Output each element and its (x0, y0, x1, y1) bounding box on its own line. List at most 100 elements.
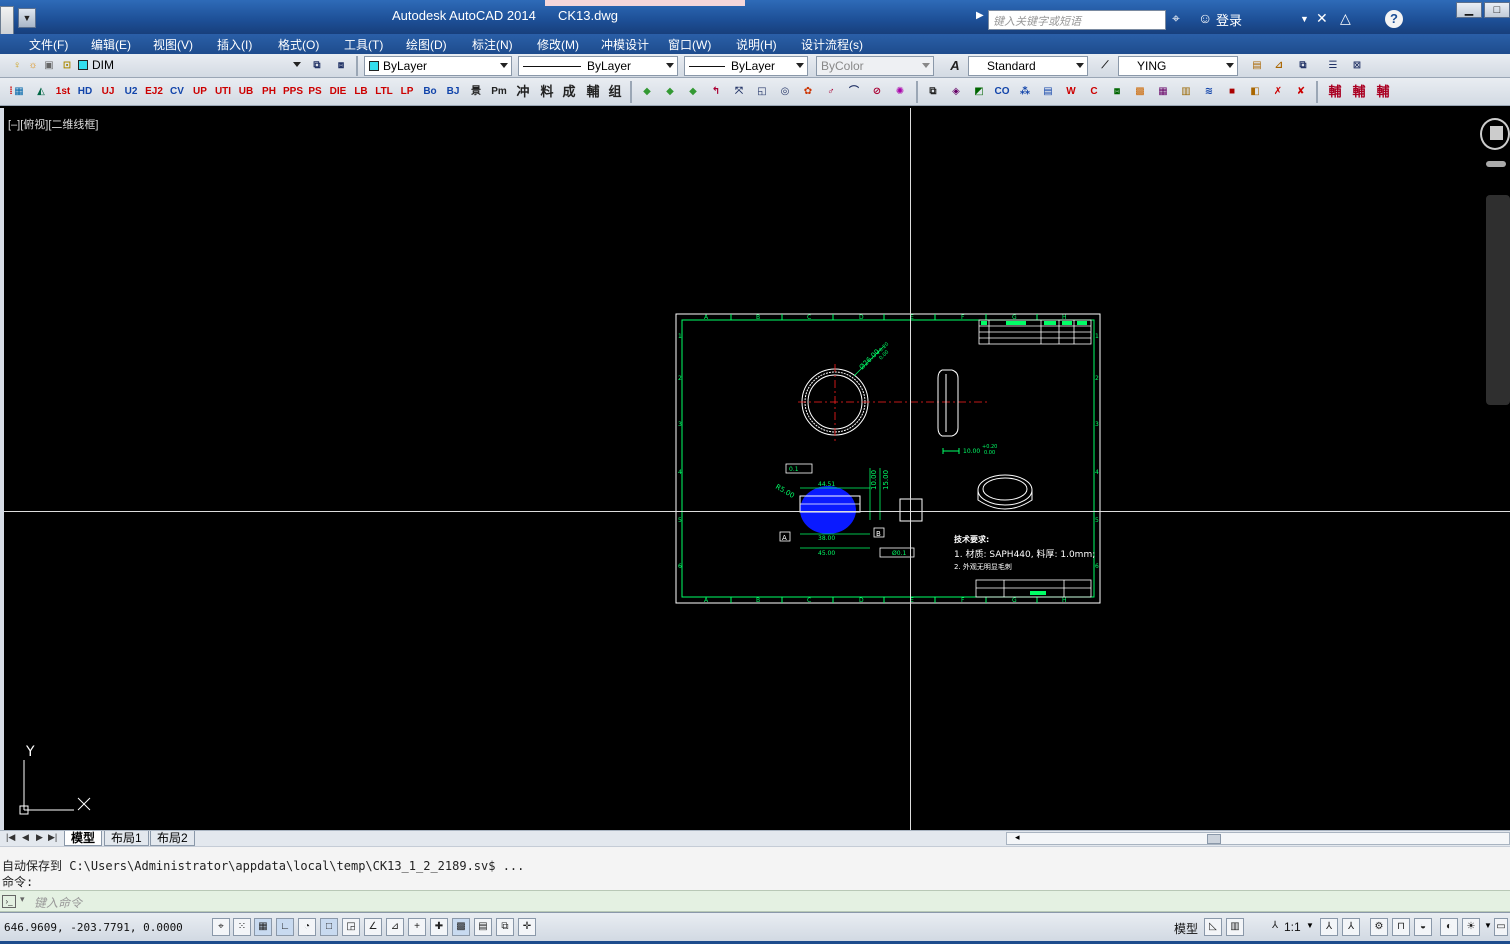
lock-ui-icon[interactable]: ⊓ (1392, 918, 1410, 936)
tool-ltl-icon[interactable]: LTL (375, 83, 393, 101)
util-17-icon[interactable]: ✘ (1292, 83, 1310, 101)
menu-draw[interactable]: 绘图(D) (406, 36, 447, 53)
quick-properties-icon[interactable]: ▤ (474, 918, 492, 936)
layer-combo[interactable]: DIM (74, 56, 304, 76)
command-line[interactable]: ›_ ▾ 键入命令 (0, 890, 1510, 912)
modify-11-icon[interactable]: ⊘ (868, 83, 886, 101)
annotation-scale-value[interactable]: 1:1 (1284, 920, 1301, 934)
tool-lp-icon[interactable]: LP (398, 83, 416, 101)
isolate-objects-icon[interactable]: ◐ (1440, 918, 1458, 936)
tool-ps-icon[interactable]: PS (306, 83, 324, 101)
scroll-left-icon[interactable]: ◂ (1015, 832, 1020, 843)
command-input[interactable]: 键入命令 (34, 894, 82, 911)
util-8-icon[interactable]: C (1085, 83, 1103, 101)
aux-2-icon[interactable]: 輔 (1350, 83, 1368, 101)
minimize-button[interactable]: ▁ (1456, 2, 1482, 18)
otrack-icon[interactable]: ∠ (364, 918, 382, 936)
tool-group-icon[interactable]: 组 (606, 83, 624, 101)
modify-9-icon[interactable]: ♂ (822, 83, 840, 101)
modify-4-icon[interactable]: ↰ (707, 83, 725, 101)
tool-scene-icon[interactable]: 景 (467, 83, 485, 101)
scale-dropdown-icon[interactable]: ▼ (1306, 921, 1314, 930)
tool-material-icon[interactable]: 料 (538, 83, 556, 101)
osnap-icon[interactable]: □ (320, 918, 338, 936)
util-lock-icon[interactable]: ■ (1223, 83, 1241, 101)
dim-style-icon[interactable]: ⟋ (1096, 57, 1114, 75)
modify-7-icon[interactable]: ◎ (776, 83, 794, 101)
coordinates-readout[interactable]: 646.9609, -203.7791, 0.0000 (4, 921, 183, 934)
tab-last-icon[interactable]: ▶| (48, 832, 57, 843)
tool-pm-icon[interactable]: Pm (490, 83, 508, 101)
tool-aux-icon[interactable]: 輔 (584, 83, 602, 101)
navigation-bar[interactable] (1486, 195, 1510, 405)
layout-icon[interactable]: ⧉ (1294, 57, 1312, 75)
util-13-icon[interactable]: ≋ (1200, 83, 1218, 101)
util-6-icon[interactable]: ▤ (1039, 83, 1057, 101)
horizontal-scrollbar[interactable]: ◂ (1006, 832, 1510, 845)
util-11-icon[interactable]: ▦ (1154, 83, 1172, 101)
layer-previous-icon[interactable]: ⧈ (332, 57, 350, 75)
annotation-scale-icon[interactable]: ⅄ (1266, 918, 1284, 936)
transparency-icon[interactable]: ▩ (452, 918, 470, 936)
menu-file[interactable]: 文件(F) (29, 36, 68, 53)
annotation-monitor-icon[interactable]: ✛ (518, 918, 536, 936)
search-expand-icon[interactable]: ▶ (976, 10, 984, 21)
tab-next-icon[interactable]: ▶ (36, 832, 43, 843)
command-recent-icon[interactable]: ▾ (20, 894, 25, 905)
tool-a-icon[interactable]: ☰ (1324, 57, 1342, 75)
tab-layout2[interactable]: 布局2 (150, 831, 195, 846)
text-style-combo[interactable]: Standard (968, 56, 1088, 76)
menu-dimension[interactable]: 标注(N) (472, 36, 513, 53)
autodesk-360-icon[interactable]: △ (1340, 10, 1351, 27)
menu-design-flow[interactable]: 设计流程(s) (801, 36, 863, 53)
tool-bj-icon[interactable]: BJ (444, 83, 462, 101)
tab-layout1[interactable]: 布局1 (104, 831, 149, 846)
lineweight-toggle-icon[interactable]: ✚ (430, 918, 448, 936)
menu-window[interactable]: 窗口(W) (668, 36, 711, 53)
exchange-icon[interactable]: ✕ (1316, 10, 1328, 27)
menu-insert[interactable]: 插入(I) (217, 36, 252, 53)
lineweight-combo[interactable]: ByLayer (684, 56, 808, 76)
util-5-icon[interactable]: ⁂ (1016, 83, 1034, 101)
bulb-icon[interactable]: ☀ (1462, 918, 1480, 936)
modify-5-icon[interactable]: ⤧ (730, 83, 748, 101)
tool-uti-icon[interactable]: UTI (214, 83, 232, 101)
clean-screen-icon[interactable]: ▭ (1494, 918, 1508, 936)
modify-2-icon[interactable]: ◆ (661, 83, 679, 101)
tool-cv-icon[interactable]: CV (168, 83, 186, 101)
polar-icon[interactable]: ◔ (298, 918, 316, 936)
tool-hd-icon[interactable]: HD (76, 83, 94, 101)
modify-6-icon[interactable]: ◱ (753, 83, 771, 101)
quick-view-layouts-icon[interactable]: ◺ (1204, 918, 1222, 936)
make-current-layer-icon[interactable]: ⧉ (308, 57, 326, 75)
menu-help[interactable]: 说明(H) (736, 36, 777, 53)
grid-icon[interactable]: ▦ (254, 918, 272, 936)
quick-view-drawings-icon[interactable]: ▥ (1226, 918, 1244, 936)
login-button[interactable]: 登录 (1216, 10, 1242, 29)
modify-8-icon[interactable]: ✿ (799, 83, 817, 101)
user-icon[interactable]: ☺ (1198, 10, 1212, 26)
menu-edit[interactable]: 编辑(E) (91, 36, 131, 53)
workspace-switch-icon[interactable]: ⚙ (1370, 918, 1388, 936)
table-style-icon[interactable]: ▤ (1248, 57, 1266, 75)
drawing-canvas[interactable]: [–][俯视][二维线框] ABCDEFGH ABCDEFGH 123456 1… (4, 108, 1510, 830)
viewcube-icon[interactable] (1490, 126, 1503, 140)
tool-ub-icon[interactable]: UB (237, 83, 255, 101)
menu-view[interactable]: 视图(V) (153, 36, 193, 53)
maximize-button[interactable]: □ (1484, 2, 1510, 18)
util-unlock-icon[interactable]: ◧ (1246, 83, 1264, 101)
aux-1-icon[interactable]: 輔 (1326, 83, 1344, 101)
util-9-icon[interactable]: ⧈ (1108, 83, 1126, 101)
color-combo[interactable]: ByLayer (364, 56, 512, 76)
tab-first-icon[interactable]: |◀ (6, 832, 15, 843)
annotation-visibility-icon[interactable]: ⅄ (1320, 918, 1338, 936)
dim-style-combo[interactable]: YING (1118, 56, 1238, 76)
tool-up-icon[interactable]: UP (191, 83, 209, 101)
hardware-accel-icon[interactable]: ◒ (1414, 918, 1432, 936)
util-12-icon[interactable]: ▥ (1177, 83, 1195, 101)
modify-10-icon[interactable]: ⌒ (845, 83, 863, 101)
tool-die-icon[interactable]: DIE (329, 83, 347, 101)
model-space-label[interactable]: 模型 (1174, 920, 1198, 937)
util-co-icon[interactable]: CO (993, 83, 1011, 101)
menu-format[interactable]: 格式(O) (278, 36, 319, 53)
